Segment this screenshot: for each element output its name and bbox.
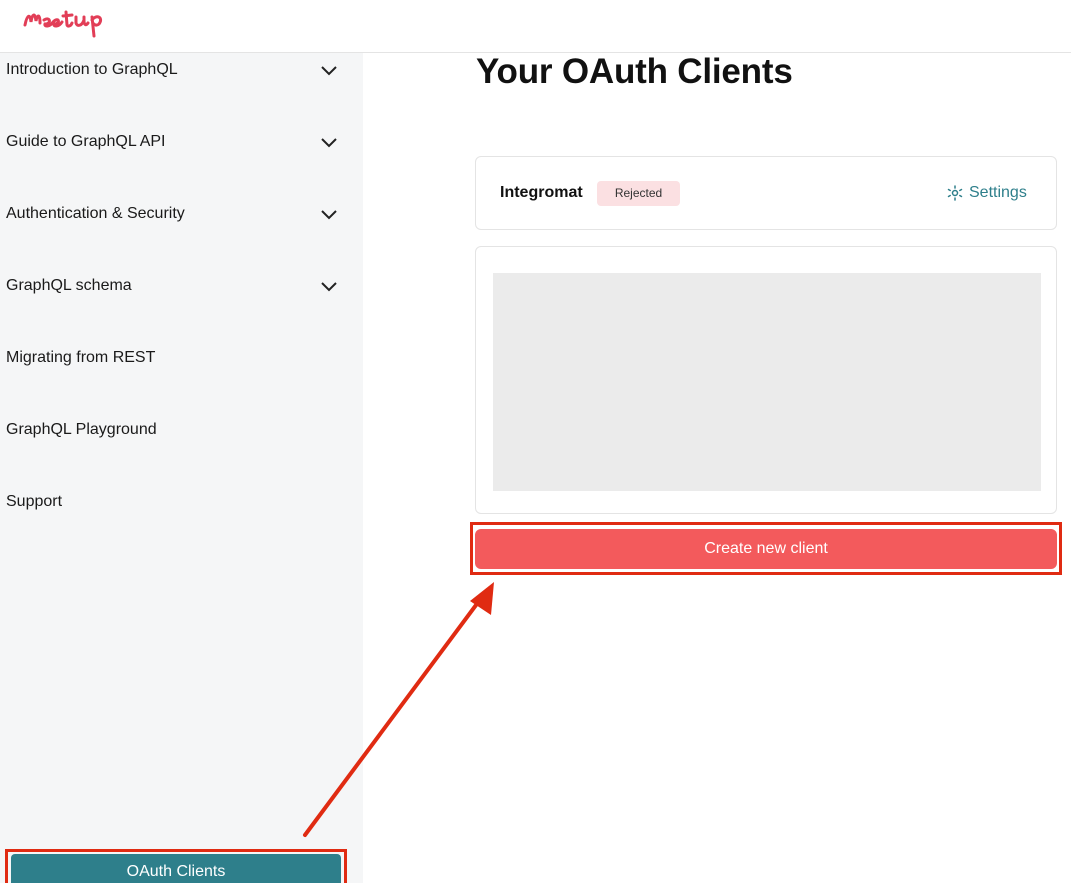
meetup-logo[interactable] [22, 3, 122, 39]
settings-label: Settings [969, 184, 1027, 201]
sidebar-item-guide-to-graphql-api[interactable]: Guide to GraphQL API [0, 125, 363, 197]
client-card: Integromat Rejected Settings [475, 156, 1057, 230]
docs-sidebar: Introduction to GraphQL Guide to GraphQL… [0, 53, 363, 883]
sidebar-item-label: Guide to GraphQL API [6, 133, 166, 150]
chevron-down-icon[interactable] [320, 133, 338, 151]
client-details-card [475, 246, 1057, 514]
sidebar-item-support[interactable]: Support [0, 485, 363, 557]
sidebar-item-introduction-to-graphql[interactable]: Introduction to GraphQL [0, 53, 363, 125]
oauth-button-highlight [5, 849, 347, 883]
sidebar-item-graphql-playground[interactable]: GraphQL Playground [0, 413, 363, 485]
sidebar-item-migrating-from-rest[interactable]: Migrating from REST [0, 341, 363, 413]
chevron-down-icon[interactable] [320, 205, 338, 223]
sidebar-item-authentication-security[interactable]: Authentication & Security [0, 197, 363, 269]
create-button-highlight [470, 522, 1062, 575]
chevron-down-icon[interactable] [320, 277, 338, 295]
content-placeholder [493, 273, 1041, 491]
chevron-down-icon[interactable] [320, 61, 338, 79]
sidebar-item-label: Migrating from REST [6, 349, 156, 366]
sidebar-item-label: Authentication & Security [6, 205, 185, 222]
status-badge: Rejected [597, 181, 680, 206]
page-title: Your OAuth Clients [476, 52, 793, 91]
sidebar-item-label: Support [6, 493, 63, 510]
sidebar-item-graphql-schema[interactable]: GraphQL schema [0, 269, 363, 341]
settings-icon [947, 185, 963, 201]
sidebar-item-label: GraphQL Playground [6, 421, 157, 438]
top-header [0, 0, 1071, 53]
sidebar-item-label: GraphQL schema [6, 277, 132, 294]
client-name: Integromat [500, 184, 583, 201]
sidebar-item-label: Introduction to GraphQL [6, 61, 178, 78]
